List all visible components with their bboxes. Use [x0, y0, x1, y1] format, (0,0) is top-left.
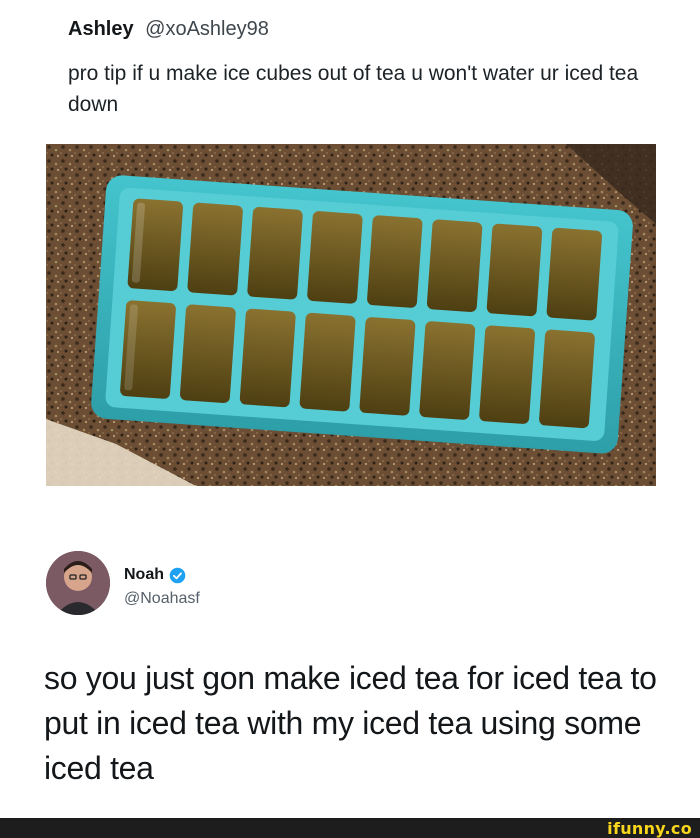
avatar[interactable]: [46, 551, 110, 615]
author-handle[interactable]: @xoAshley98: [145, 18, 269, 40]
tweet-header: Ashley @xoAshley98: [68, 18, 269, 41]
avatar-image: [46, 551, 110, 615]
watermark-bar: ifunny.co: [0, 818, 700, 838]
tweet-text: so you just gon make iced tea for iced t…: [44, 660, 657, 786]
author-name-row: Noah: [124, 566, 186, 584]
verified-badge-icon: [169, 567, 186, 583]
ifunny-watermark: ifunny.co: [607, 819, 692, 838]
ice-cube-tray-photo: [46, 144, 656, 486]
tweet-photo[interactable]: [46, 144, 656, 486]
tweet-text: pro tip if u make ice cubes out of tea u…: [68, 62, 639, 116]
author-name[interactable]: Noah: [124, 566, 164, 584]
author-name[interactable]: Ashley: [68, 18, 134, 40]
author-handle[interactable]: @Noahasf: [124, 590, 200, 608]
